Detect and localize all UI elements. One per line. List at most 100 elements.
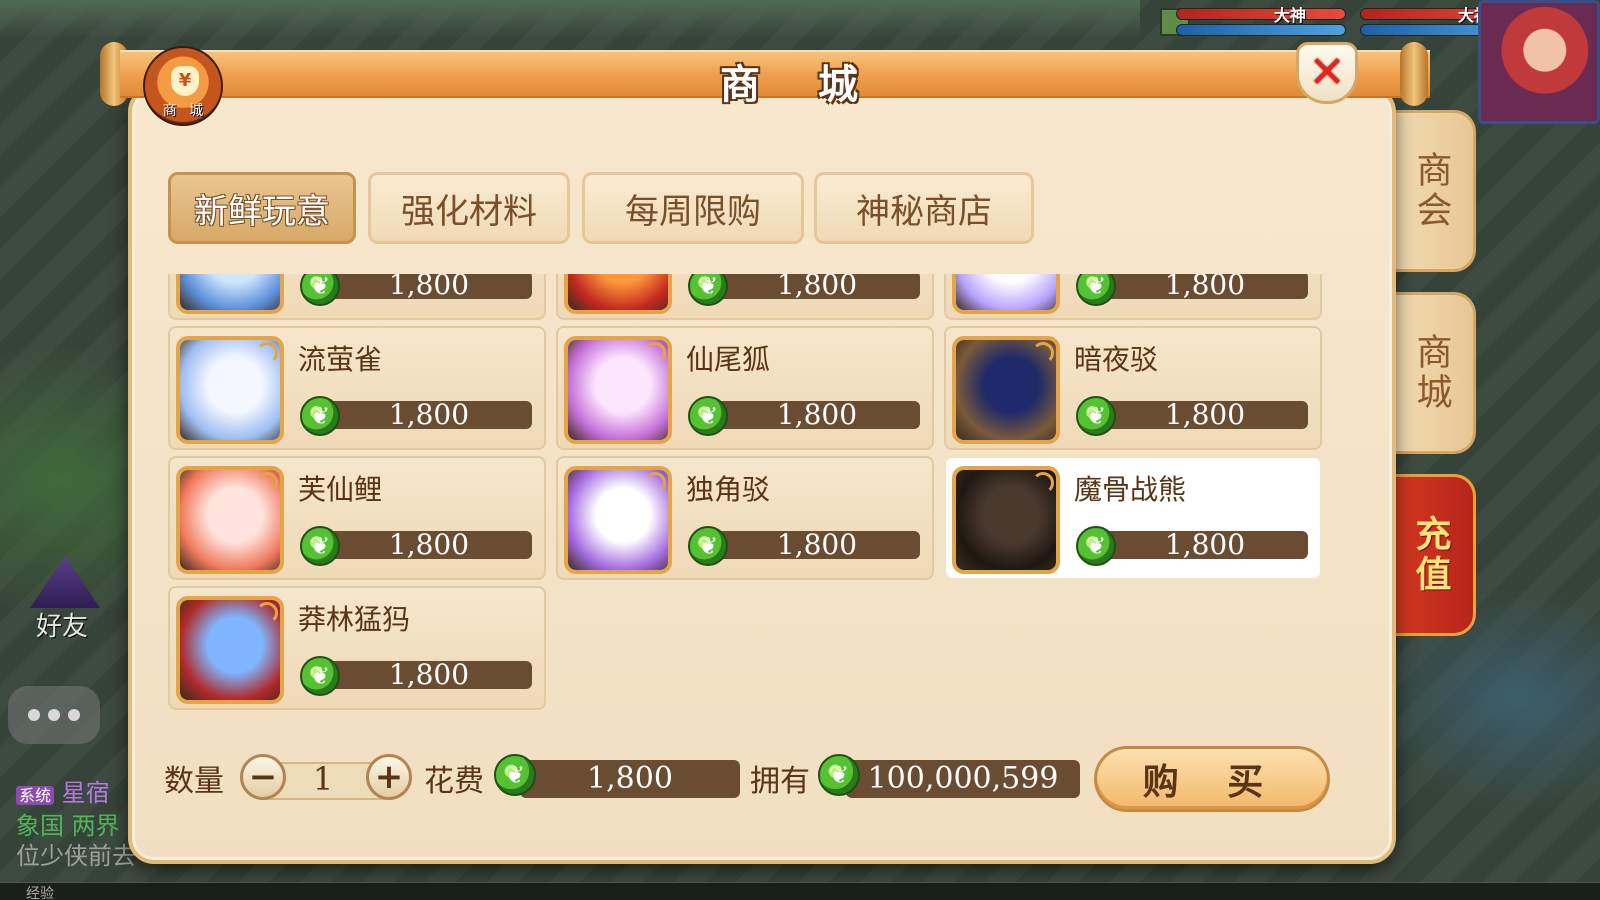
demon-bear-icon [952, 466, 1060, 574]
friends-button[interactable]: 好友 [18, 556, 108, 646]
minus-icon: − [248, 757, 278, 797]
currency-coin-icon: ❦ [494, 754, 536, 796]
owned-value: 100,000,599 [846, 760, 1080, 798]
chat-dot-icon [28, 709, 40, 721]
night-beast-icon [952, 336, 1060, 444]
item-price-value: 1,800 [1102, 531, 1308, 559]
money-bag-icon: ¥ [171, 66, 199, 96]
item-price: 1,800 ❦ [1076, 396, 1308, 436]
currency-coin-icon: ❦ [300, 656, 340, 696]
item-name: 独角驳 [686, 473, 771, 506]
experience-bar: 经验 [0, 882, 1600, 900]
item-card[interactable]: 莽林猛犸 1,800 ❦ [168, 586, 546, 710]
currency-coin-icon: ❦ [300, 396, 340, 436]
chat-line: 系统 星宿 [16, 778, 146, 811]
ice-dragon-icon [176, 274, 284, 314]
side-tab-label: 商城 [1410, 333, 1452, 413]
chat-text: 星宿 [61, 779, 110, 807]
item-price-value: 1,800 [326, 274, 532, 299]
jungle-mammoth-icon [176, 596, 284, 704]
item-name: 莽林猛犸 [298, 603, 411, 636]
side-tab-recharge[interactable]: 充值 [1388, 474, 1476, 636]
emblem-label: 商 城 [162, 103, 208, 119]
item-price: 1,800 ❦ [300, 526, 532, 566]
chat-system-tag: 系统 [16, 786, 55, 805]
item-name: 魔骨战熊 [1074, 473, 1187, 506]
item-price-value: 1,800 [714, 274, 920, 299]
hud-bar-label: 大神 [1273, 6, 1306, 25]
currency-coin-icon: ❦ [688, 396, 728, 436]
item-card[interactable]: 魔骨战熊 1,800 ❦ [944, 456, 1322, 580]
chat-dot-icon [68, 709, 80, 721]
hud-bar-group-1: 大神 [1176, 4, 1346, 42]
currency-coin-icon: ❦ [300, 526, 340, 566]
item-price-value: 1,800 [1102, 401, 1308, 429]
currency-coin-icon: ❦ [1076, 274, 1116, 306]
item-price: 1,800 ❦ [688, 526, 920, 566]
buy-button[interactable]: 购 买 [1094, 746, 1330, 812]
item-card[interactable]: 芙仙鲤 1,800 ❦ [168, 456, 546, 580]
item-card[interactable]: 暗夜驳 1,800 ❦ [944, 326, 1322, 450]
owned-label: 拥有 [750, 764, 810, 799]
tab-fresh-items[interactable]: 新鲜玩意 [168, 172, 356, 244]
item-card[interactable]: 1,800 ❦ [944, 274, 1322, 320]
item-price: 1,800 ❦ [1076, 274, 1308, 306]
item-grid-viewport[interactable]: 1,800 ❦ 1,800 ❦ 1,800 ❦ 流萤雀 1,800 ❦ 仙尾狐 1,800 ❦ 暗夜驳 1… [168, 274, 1324, 716]
quantity-minus-button[interactable]: − [240, 754, 286, 800]
item-card[interactable]: 仙尾狐 1,800 ❦ [556, 326, 934, 450]
chat-line: 象国 两界 [16, 812, 120, 840]
side-tab-label: 充值 [1409, 515, 1452, 595]
fire-dragon-icon [564, 274, 672, 314]
side-tab-guild-shop[interactable]: 商会 [1388, 110, 1476, 272]
item-name: 仙尾狐 [686, 343, 771, 376]
close-icon: ✕ [1308, 47, 1346, 98]
item-price: 1,800 ❦ [688, 274, 920, 306]
cost-value: 1,800 [520, 760, 740, 798]
quantity-value: 1 [312, 760, 334, 798]
mp-bar [1176, 24, 1346, 36]
item-card[interactable]: 1,800 ❦ [168, 274, 546, 320]
chat-button[interactable] [8, 686, 100, 744]
quantity-label: 数量 [164, 764, 224, 799]
item-name: 芙仙鲤 [298, 473, 383, 506]
chat-line: 位少侠前去 [16, 842, 136, 870]
lotus-carp-icon [176, 466, 284, 574]
tab-mystery-shop[interactable]: 神秘商店 [814, 172, 1034, 244]
item-price-value: 1,800 [326, 531, 532, 559]
firefly-bird-icon [176, 336, 284, 444]
experience-label: 经验 [26, 886, 54, 900]
item-price: 1,800 ❦ [300, 396, 532, 436]
currency-coin-icon: ❦ [818, 754, 860, 796]
item-price: 1,800 ❦ [688, 396, 920, 436]
rainbow-pony-icon [952, 274, 1060, 314]
friends-label: 好友 [36, 612, 89, 642]
close-button[interactable]: ✕ [1296, 42, 1358, 104]
item-price: 1,800 ❦ [300, 656, 532, 696]
item-card[interactable]: 流萤雀 1,800 ❦ [168, 326, 546, 450]
item-price-value: 1,800 [714, 531, 920, 559]
item-card[interactable]: 1,800 ❦ [556, 274, 934, 320]
item-price-value: 1,800 [326, 401, 532, 429]
hp-bar [1176, 8, 1346, 20]
chat-dot-icon [48, 709, 60, 721]
tab-weekly-limited[interactable]: 每周限购 [582, 172, 804, 244]
friend-hat-icon [30, 556, 100, 608]
item-grid: 1,800 ❦ 1,800 ❦ 1,800 ❦ 流萤雀 1,800 ❦ 仙尾狐 1,800 ❦ 暗夜驳 1… [168, 274, 1322, 710]
plus-icon: + [374, 757, 404, 797]
item-price-value: 1,800 [326, 661, 532, 689]
scene-top-strip [0, 0, 1140, 40]
tab-enhance-materials[interactable]: 强化材料 [368, 172, 570, 244]
unicorn-icon [564, 466, 672, 574]
fairy-fox-icon [564, 336, 672, 444]
item-price-value: 1,800 [1102, 274, 1308, 299]
item-card[interactable]: 独角驳 1,800 ❦ [556, 456, 934, 580]
side-tab-mall[interactable]: 商城 [1388, 292, 1476, 454]
currency-coin-icon: ❦ [300, 274, 340, 306]
cost-label: 花费 [424, 764, 484, 799]
currency-coin-icon: ❦ [688, 526, 728, 566]
side-tab-label: 商会 [1410, 151, 1452, 231]
item-name: 暗夜驳 [1074, 343, 1159, 376]
quantity-plus-button[interactable]: + [366, 754, 412, 800]
shop-emblem-icon: ¥ 商 城 [143, 46, 223, 126]
currency-coin-icon: ❦ [688, 274, 728, 306]
